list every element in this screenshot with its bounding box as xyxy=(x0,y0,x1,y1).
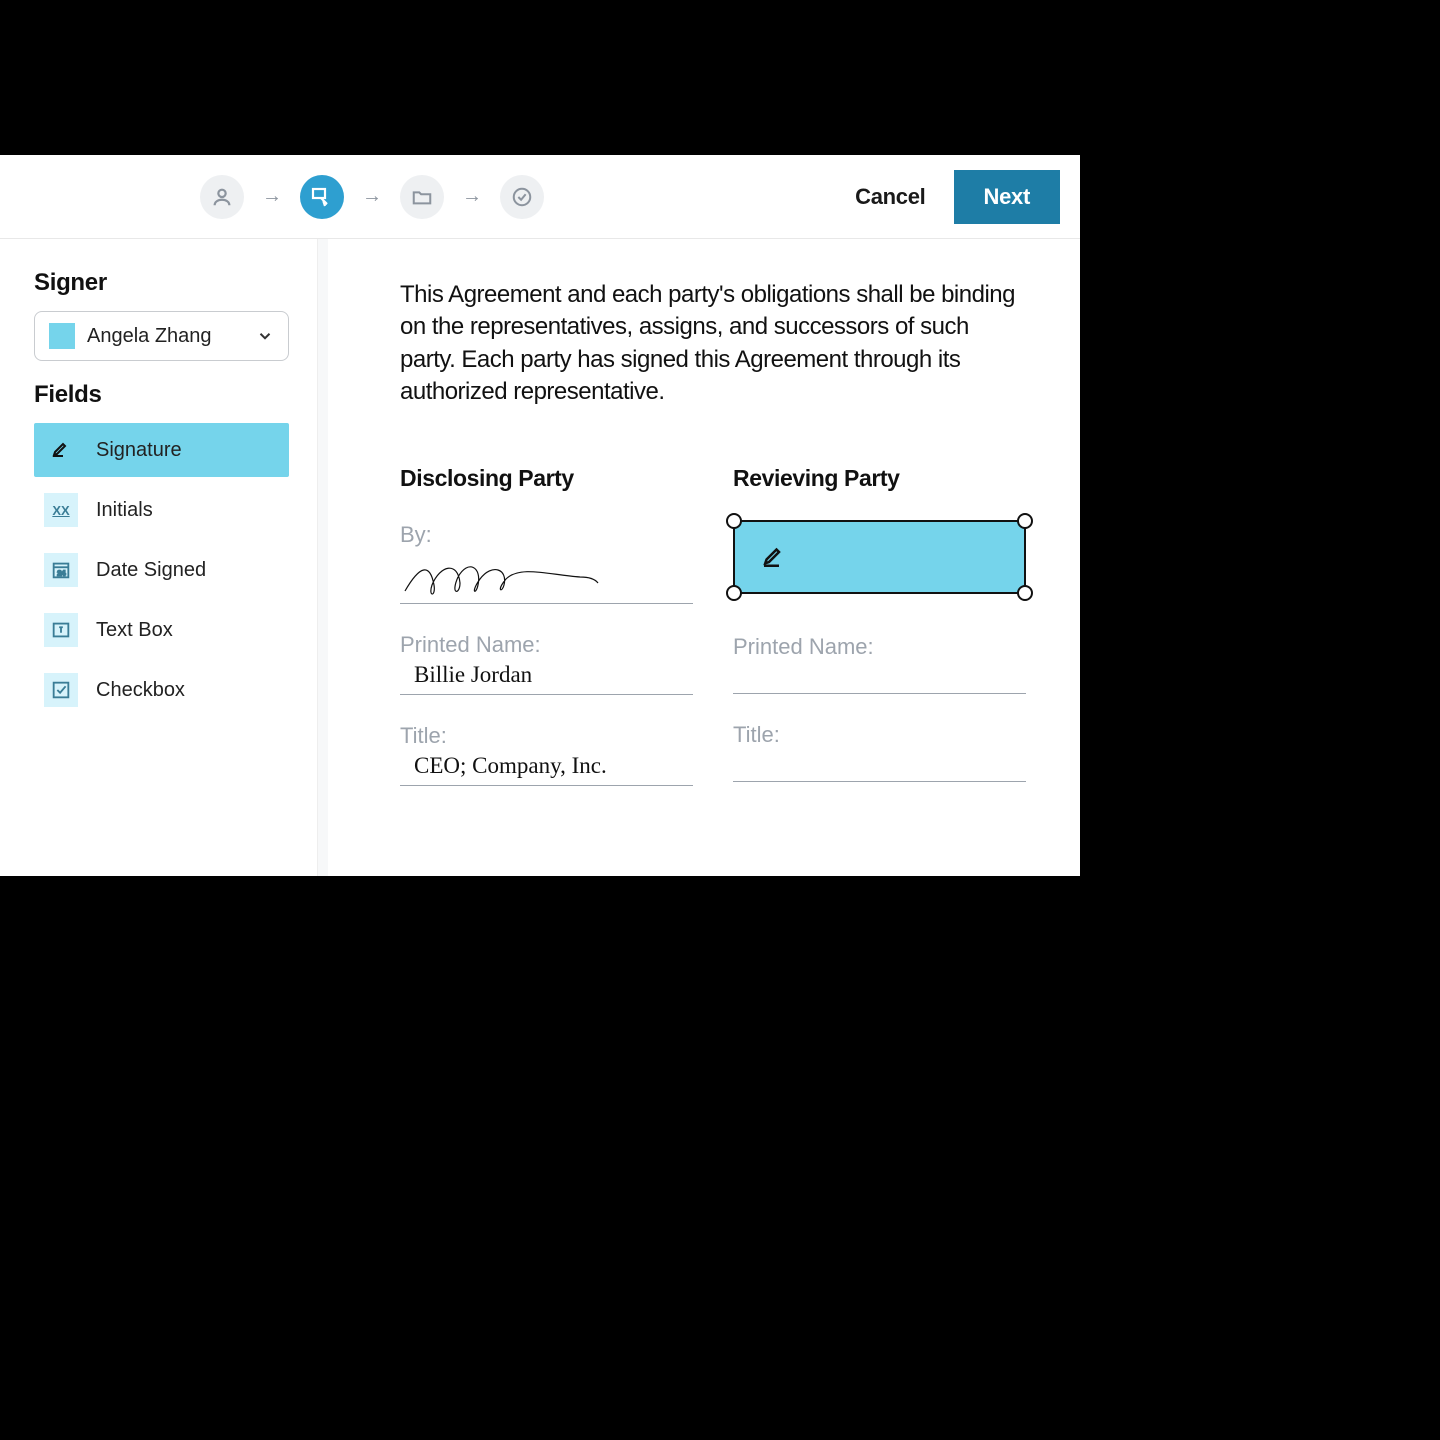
arrow-icon: → xyxy=(262,185,282,208)
agreement-paragraph: This Agreement and each party's obligati… xyxy=(400,279,1026,409)
signer-color-swatch xyxy=(49,323,75,349)
step-2-fields[interactable] xyxy=(300,175,344,219)
handwritten-signature xyxy=(400,555,600,603)
fields-section-title: Fields xyxy=(34,381,289,409)
textbox-icon xyxy=(44,613,78,647)
field-label: Checkbox xyxy=(96,679,185,702)
step-1-signer[interactable] xyxy=(200,175,244,219)
resize-handle-tr[interactable] xyxy=(1017,513,1033,529)
party-heading: Revieving Party xyxy=(733,465,1026,492)
signer-section-title: Signer xyxy=(34,269,289,297)
checkbox-icon xyxy=(44,673,78,707)
step-4-done[interactable] xyxy=(500,175,544,219)
title-value: CEO; Company, Inc. xyxy=(400,753,693,785)
step-3-folder[interactable] xyxy=(400,175,444,219)
arrow-icon: → xyxy=(462,185,482,208)
field-initials[interactable]: XX Initials xyxy=(34,483,289,537)
signature-line xyxy=(400,552,693,604)
reviewing-party: Revieving Party Printed Name: Title: xyxy=(733,465,1026,786)
cancel-button[interactable]: Cancel xyxy=(855,184,925,210)
step-indicator: → → → xyxy=(200,175,544,219)
field-signature[interactable]: Signature xyxy=(34,423,289,477)
signature-icon xyxy=(759,542,789,572)
field-label: Initials xyxy=(96,499,153,522)
editor-body: Signer Angela Zhang Fields Signature XX … xyxy=(0,239,1080,876)
by-label: By: xyxy=(400,522,693,548)
field-text-box[interactable]: Text Box xyxy=(34,603,289,657)
next-button[interactable]: Next xyxy=(954,170,1061,224)
placed-signature-field[interactable] xyxy=(733,520,1026,594)
field-label: Signature xyxy=(96,439,182,462)
disclosing-party: Disclosing Party By: Printed Name: Billi… xyxy=(400,465,693,786)
svg-text:24: 24 xyxy=(57,569,66,578)
resize-handle-tl[interactable] xyxy=(726,513,742,529)
document-canvas[interactable]: This Agreement and each party's obligati… xyxy=(328,239,1080,876)
fields-list: Signature XX Initials 24 Date Signed xyxy=(34,423,289,717)
initials-icon: XX xyxy=(44,493,78,527)
printed-name-value: Billie Jordan xyxy=(400,662,693,694)
field-label: Text Box xyxy=(96,619,173,642)
resize-handle-br[interactable] xyxy=(1017,585,1033,601)
field-label: Date Signed xyxy=(96,559,206,582)
calendar-icon: 24 xyxy=(44,553,78,587)
signature-parties: Disclosing Party By: Printed Name: Billi… xyxy=(400,465,1026,786)
signer-selected-name: Angela Zhang xyxy=(87,325,244,348)
field-date-signed[interactable]: 24 Date Signed xyxy=(34,543,289,597)
field-checkbox[interactable]: Checkbox xyxy=(34,663,289,717)
resize-handle-bl[interactable] xyxy=(726,585,742,601)
printed-name-label: Printed Name: xyxy=(733,634,1026,660)
signer-dropdown[interactable]: Angela Zhang xyxy=(34,311,289,361)
app-frame: → → → Cancel Next Signer Angela Zhang xyxy=(0,155,1080,876)
chevron-down-icon xyxy=(256,327,274,345)
party-heading: Disclosing Party xyxy=(400,465,693,492)
arrow-icon: → xyxy=(362,185,382,208)
signature-icon xyxy=(44,433,78,467)
printed-name-label: Printed Name: xyxy=(400,632,693,658)
wizard-header: → → → Cancel Next xyxy=(0,155,1080,239)
left-sidebar: Signer Angela Zhang Fields Signature XX … xyxy=(0,239,318,876)
title-label: Title: xyxy=(400,723,693,749)
title-label: Title: xyxy=(733,722,1026,748)
